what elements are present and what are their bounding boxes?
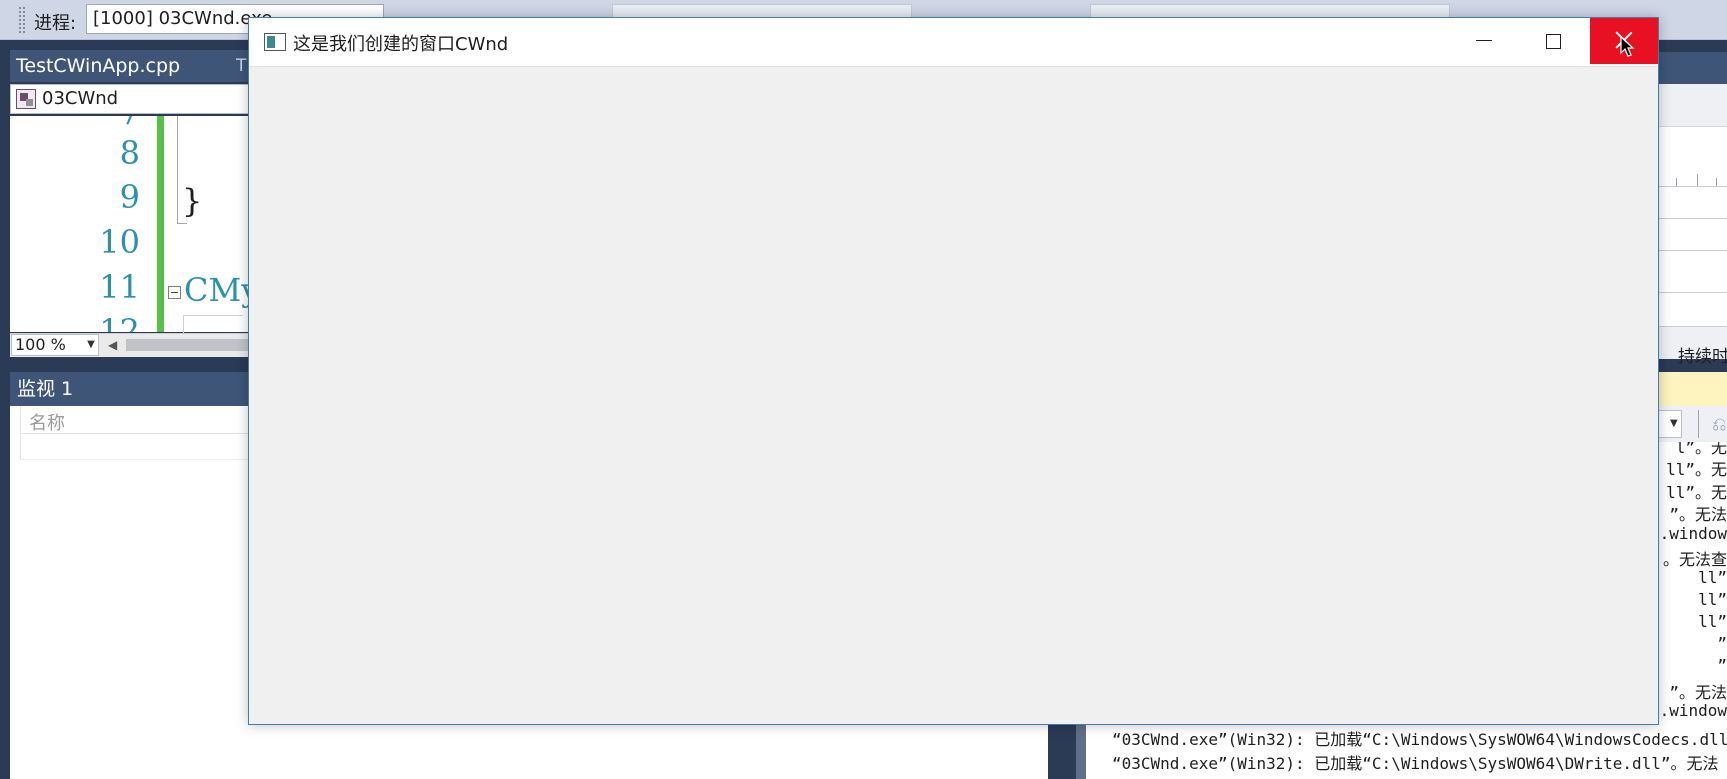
code-closing-brace: } <box>182 182 203 220</box>
editor-tab-testcwinapp[interactable]: TestCWinApp.cpp <box>10 50 250 82</box>
line-number: 11 <box>99 268 140 306</box>
horizontal-scrollbar-thumb[interactable] <box>126 339 250 351</box>
minimize-icon <box>1476 40 1492 41</box>
timeline-divider <box>1658 186 1727 187</box>
watch-row[interactable] <box>20 434 260 460</box>
duration-column-label: 持续时 <box>1678 347 1727 367</box>
app-window[interactable] <box>248 17 1659 725</box>
minimize-button[interactable] <box>1450 18 1520 64</box>
output-line: ” <box>1717 656 1727 675</box>
timeline-divider <box>1658 292 1727 293</box>
diagnostics-timeline <box>1658 126 1727 326</box>
scroll-left-icon[interactable]: ◀ <box>108 337 120 353</box>
timeline-tick <box>1716 178 1717 186</box>
toolbar-grip-handle[interactable] <box>18 6 26 34</box>
timeline-divider <box>1658 326 1727 327</box>
output-line: ll” <box>1698 612 1727 631</box>
output-line: ”。无法 <box>1669 683 1727 702</box>
output-line: ll”。无 <box>1666 483 1727 502</box>
line-number: 8 <box>119 134 140 172</box>
brace-guide-line <box>177 116 178 224</box>
chevron-down-icon[interactable]: ▼ <box>1670 412 1682 436</box>
timeline-divider <box>1658 250 1727 251</box>
output-line: ll” <box>1698 568 1727 587</box>
output-line: “03CWnd.exe”(Win32): 已加载“C:\Windows\SysW… <box>1112 730 1727 749</box>
timeline-divider <box>1658 218 1727 219</box>
app-window-title: 这是我们创建的窗口CWnd <box>293 34 509 55</box>
right-panel-header <box>1658 52 1727 84</box>
output-line: ll” <box>1698 590 1727 609</box>
output-line: ll”。无 <box>1666 460 1727 479</box>
timeline-tick <box>1697 174 1698 186</box>
output-line: “03CWnd.exe”(Win32): 已加载“C:\Windows\SysW… <box>1112 754 1719 773</box>
maximize-icon <box>1546 34 1561 49</box>
watch-column-name: 名称 <box>29 413 65 434</box>
brace-guide-line <box>177 223 187 224</box>
process-label: 进程: <box>34 13 77 34</box>
output-line: .window <box>1659 524 1727 543</box>
line-number: 7 <box>80 116 140 132</box>
toolbar-separator <box>1698 410 1699 438</box>
watch-divider <box>20 406 21 460</box>
line-number: 10 <box>99 223 140 261</box>
change-tracking-bar <box>157 116 164 332</box>
app-window-icon[interactable] <box>264 33 286 51</box>
output-line: ” <box>1717 634 1727 653</box>
class-icon <box>16 89 36 109</box>
line-number: 12 <box>99 312 140 332</box>
timeline-tick <box>1676 178 1677 186</box>
clear-output-icon[interactable]: ⎌ <box>1712 414 1726 435</box>
output-line: .window <box>1659 701 1727 720</box>
output-line: 。无法查 <box>1662 550 1727 569</box>
collapse-icon[interactable] <box>168 286 181 299</box>
output-line: ”。无法 <box>1669 505 1727 524</box>
code-block-outline <box>183 315 243 335</box>
line-number: 9 <box>119 178 140 216</box>
nav-class-label: 03CWnd <box>42 88 119 109</box>
mouse-cursor-icon <box>1620 36 1635 57</box>
chevron-down-icon[interactable]: ▼ <box>84 334 98 354</box>
